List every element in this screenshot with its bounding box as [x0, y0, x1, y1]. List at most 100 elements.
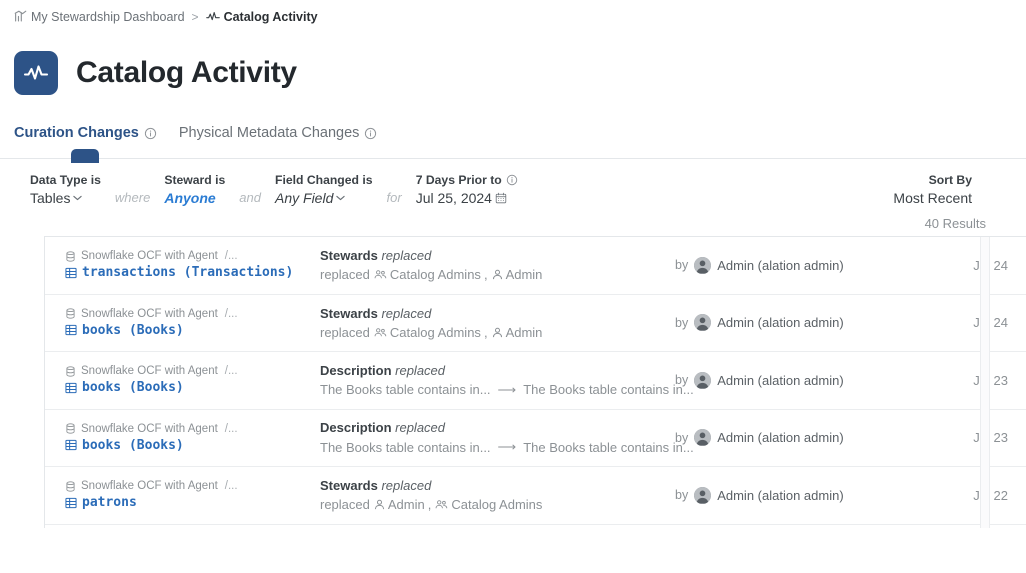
- data-type-dropdown[interactable]: Tables: [30, 190, 101, 206]
- filter-data-type: Data Type is Tables: [30, 173, 101, 206]
- row-by-label: by: [675, 430, 689, 445]
- sort-by-label: Sort By: [928, 173, 972, 187]
- row-change-body: replaced Catalog Admins, Admin: [320, 267, 675, 282]
- info-circle-icon[interactable]: [506, 174, 518, 186]
- table-row[interactable]: Snowflake OCF with Agent /... books (Boo…: [45, 352, 1026, 410]
- user-avatar-icon: [694, 486, 712, 504]
- table-row[interactable]: Snowflake OCF with Agent /... books (Boo…: [45, 295, 1026, 352]
- filter-conjunction-where: where: [114, 190, 151, 205]
- filter-field-changed: Field Changed is Any Field: [275, 173, 373, 206]
- row-by-label: by: [675, 488, 689, 503]
- sort-by-control[interactable]: Sort By Most Recent: [893, 173, 1012, 206]
- chevron-down-icon: [336, 195, 346, 201]
- table-icon: [65, 267, 77, 279]
- row-change-action: replaced: [381, 305, 432, 321]
- vertical-scrollbar[interactable]: [980, 237, 990, 528]
- row-source-label: Snowflake OCF with Agent: [81, 250, 218, 263]
- group-icon: [374, 269, 387, 280]
- row-object-link[interactable]: transactions (Transactions): [65, 265, 320, 280]
- table-row[interactable]: Snowflake OCF with Agent /... patrons St…: [45, 467, 1026, 525]
- row-author-name: Admin (alation admin): [717, 315, 844, 331]
- row-change-item: Catalog Admins,: [374, 325, 488, 340]
- table-icon: [65, 382, 77, 394]
- row-path: /...: [224, 307, 238, 320]
- date-picker[interactable]: Jul 25, 2024: [416, 190, 518, 206]
- page-title: Catalog Activity: [76, 56, 297, 89]
- date-value: Jul 25, 2024: [415, 190, 492, 206]
- activity-table: Snowflake OCF with Agent /... transactio…: [44, 236, 1026, 528]
- row-change-prefix: replaced: [320, 497, 370, 513]
- filter-conjunction-for: for: [386, 190, 402, 205]
- row-change-item: Admin: [492, 324, 543, 340]
- page-header: Catalog Activity: [0, 33, 1026, 95]
- row-change-item-label: Admin: [505, 267, 543, 283]
- row-source: Snowflake OCF with Agent /...: [65, 480, 320, 492]
- row-source-label: Snowflake OCF with Agent: [81, 480, 218, 493]
- table-row[interactable]: Snowflake OCF with Agent /... transactio…: [45, 237, 1026, 295]
- row-author: by Admin (alation admin): [675, 256, 940, 274]
- row-change-new: The Books table contains in...: [523, 382, 694, 398]
- row-author: by Admin (alation admin): [675, 429, 940, 447]
- row-author-name: Admin (alation admin): [717, 257, 844, 273]
- user-avatar-icon: [694, 314, 712, 332]
- row-change-action: replaced: [381, 248, 432, 264]
- tab-bar: Curation Changes Physical Metadata Chang…: [0, 95, 1026, 145]
- row-change-field: Stewards: [320, 248, 378, 264]
- breadcrumb: My Stewardship Dashboard > Catalog Activ…: [0, 0, 1026, 33]
- row-change-new: The Books table contains in...: [523, 439, 694, 455]
- filter-label: Data Type is: [30, 173, 101, 187]
- row-change: Stewards replaced replaced Catalog Admin…: [320, 306, 675, 340]
- filter-steward: Steward is Anyone: [164, 173, 225, 206]
- filter-date-range: 7 Days Prior to Jul 25, 2024: [416, 173, 518, 206]
- info-circle-icon[interactable]: [364, 127, 377, 140]
- breadcrumb-item-dashboard[interactable]: My Stewardship Dashboard: [14, 10, 185, 24]
- breadcrumb-label: Catalog Activity: [223, 9, 318, 24]
- tab-physical-metadata-changes[interactable]: Physical Metadata Changes: [179, 125, 378, 145]
- database-icon: [65, 481, 76, 492]
- chevron-down-icon: [73, 195, 83, 201]
- row-by-label: by: [675, 373, 689, 388]
- row-author: by Admin (alation admin): [675, 314, 940, 332]
- activity-pulse-icon: [205, 10, 220, 23]
- filter-bar: Data Type is Tables where Steward is Any…: [0, 159, 1026, 206]
- row-object-name: books (Books): [82, 380, 184, 396]
- row-change-head: Description replaced: [320, 420, 675, 435]
- results-count: 40 Results: [924, 216, 986, 231]
- row-source-label: Snowflake OCF with Agent: [81, 307, 218, 320]
- row-object-link[interactable]: patrons: [65, 495, 320, 510]
- row-change-item-label: Admin: [505, 324, 543, 340]
- breadcrumb-item-catalog-activity[interactable]: Catalog Activity: [205, 9, 318, 24]
- row-object: Snowflake OCF with Agent /... books (Boo…: [65, 423, 320, 453]
- table-row[interactable]: Snowflake OCF with Agent /... books (Boo…: [45, 410, 1026, 467]
- arrow-right-icon: ⟶: [497, 439, 517, 455]
- info-circle-icon[interactable]: [144, 127, 157, 140]
- row-author-name: Admin (alation admin): [717, 430, 844, 446]
- row-object-link[interactable]: books (Books): [65, 380, 320, 395]
- row-object: Snowflake OCF with Agent /... transactio…: [65, 250, 320, 280]
- row-path: /...: [224, 365, 238, 378]
- row-object-link[interactable]: books (Books): [65, 323, 320, 338]
- table-icon: [65, 497, 77, 509]
- tab-curation-changes[interactable]: Curation Changes: [14, 125, 157, 145]
- row-change: Description replaced The Books table con…: [320, 420, 694, 455]
- row-object-link[interactable]: books (Books): [65, 438, 320, 453]
- row-change-field: Stewards: [320, 478, 378, 494]
- row-by-label: by: [675, 258, 689, 273]
- row-object: Snowflake OCF with Agent /... books (Boo…: [65, 308, 320, 338]
- row-change-head: Stewards replaced: [320, 306, 675, 321]
- user-avatar-icon: [694, 429, 712, 447]
- row-source: Snowflake OCF with Agent /...: [65, 365, 320, 377]
- row-change-body: replaced Admin, Catalog Admins: [320, 497, 675, 512]
- row-change-item-label: Catalog Admins: [451, 497, 543, 513]
- analytics-icon: [14, 10, 27, 23]
- activity-pulse-icon: [23, 63, 49, 83]
- row-object: Snowflake OCF with Agent /... patrons: [65, 480, 320, 510]
- row-change-item-label: Admin: [387, 497, 425, 513]
- row-change-field: Stewards: [320, 305, 378, 321]
- group-icon: [435, 499, 448, 510]
- tab-label: Curation Changes: [14, 125, 139, 141]
- steward-selector[interactable]: Anyone: [164, 190, 225, 206]
- field-changed-dropdown[interactable]: Any Field: [275, 190, 373, 206]
- row-change-item-label: Catalog Admins: [389, 267, 481, 283]
- database-icon: [65, 423, 76, 434]
